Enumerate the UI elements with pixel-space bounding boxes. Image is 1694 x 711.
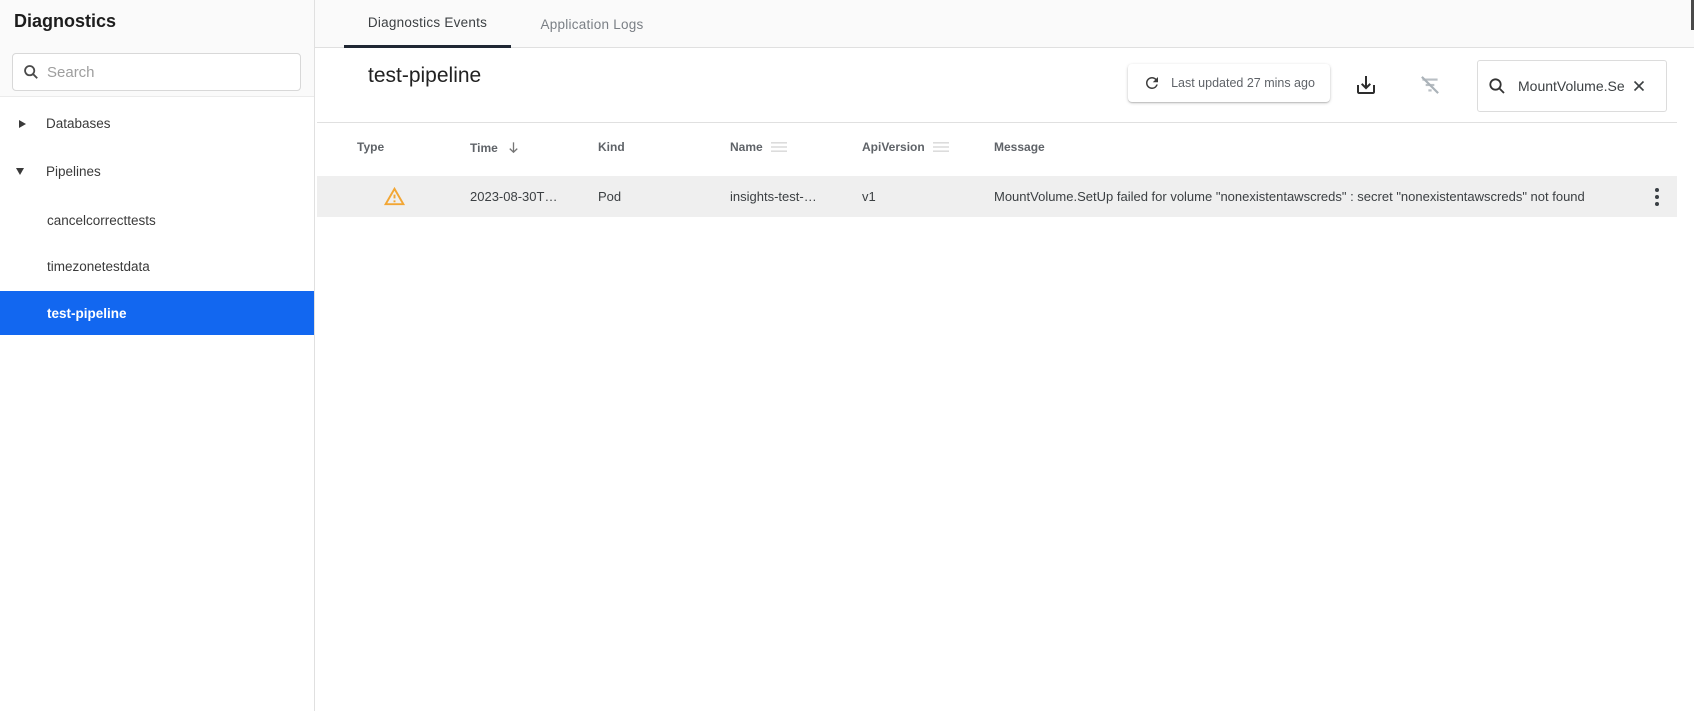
- sort-descending-icon[interactable]: [506, 140, 521, 155]
- clear-filters-button[interactable]: [1417, 72, 1443, 98]
- chevron-down-icon[interactable]: [16, 168, 24, 175]
- clear-search-button[interactable]: [1628, 75, 1650, 97]
- column-header-time[interactable]: Time: [470, 140, 521, 155]
- app-title: Diagnostics: [14, 11, 116, 32]
- search-icon: [23, 64, 39, 80]
- sidebar-item-label: cancelcorrecttests: [47, 213, 156, 228]
- sidebar-search-input[interactable]: [47, 64, 290, 81]
- table-row[interactable]: 2023-08-30T… Pod insights-test-… v1 Moun…: [317, 176, 1677, 217]
- sidebar-item-test-pipeline[interactable]: test-pipeline: [0, 291, 314, 335]
- event-time-cell: 2023-08-30T…: [470, 176, 557, 217]
- refresh-icon: [1143, 74, 1161, 92]
- main-panel: Diagnostics Events Application Logs test…: [315, 0, 1694, 711]
- filter-menu-icon[interactable]: [933, 141, 949, 153]
- tab-bar: Diagnostics Events Application Logs: [315, 0, 1694, 48]
- sidebar-item-pipelines[interactable]: Pipelines: [0, 153, 314, 190]
- message-filter-input[interactable]: [1518, 78, 1628, 94]
- toolbar-search: [1477, 60, 1667, 112]
- column-header-name[interactable]: Name: [730, 140, 787, 154]
- column-header-type[interactable]: Type: [357, 140, 384, 154]
- kebab-dot: [1655, 202, 1659, 206]
- event-apiversion-cell: v1: [862, 176, 876, 217]
- filter-off-icon: [1417, 72, 1443, 98]
- column-label: Kind: [598, 140, 625, 154]
- tab-label: Application Logs: [540, 17, 643, 32]
- sidebar-item-label: test-pipeline: [47, 306, 127, 321]
- sidebar-item-label: Databases: [46, 116, 111, 131]
- sidebar-header: Diagnostics: [0, 0, 314, 97]
- event-kind-cell: Pod: [598, 176, 621, 217]
- kebab-dot: [1655, 195, 1659, 199]
- column-label: Type: [357, 140, 384, 154]
- event-message-cell: MountVolume.SetUp failed for volume "non…: [994, 176, 1585, 217]
- column-label: ApiVersion: [862, 140, 925, 154]
- refresh-button[interactable]: Last updated 27 mins ago: [1128, 64, 1330, 102]
- column-header-message[interactable]: Message: [994, 140, 1045, 154]
- column-label: Time: [470, 141, 498, 155]
- table-header-row: Type Time Kind Name ApiVersion Message: [317, 123, 1677, 176]
- filter-menu-icon[interactable]: [771, 141, 787, 153]
- download-icon: [1354, 73, 1378, 97]
- column-label: Message: [994, 140, 1045, 154]
- tab-diagnostics-events[interactable]: Diagnostics Events: [344, 0, 511, 48]
- search-icon: [1488, 77, 1506, 95]
- sidebar-item-cancelcorrecttests[interactable]: cancelcorrecttests: [0, 202, 314, 239]
- row-actions-button[interactable]: [1639, 176, 1675, 217]
- kebab-dot: [1655, 188, 1659, 192]
- sidebar-item-timezonetestdata[interactable]: timezonetestdata: [0, 248, 314, 285]
- diagnostics-app: Diagnostics Databases Pipelines cancelco…: [0, 0, 1694, 711]
- sidebar: Diagnostics Databases Pipelines cancelco…: [0, 0, 315, 711]
- column-header-kind[interactable]: Kind: [598, 140, 625, 154]
- page-title: test-pipeline: [368, 64, 481, 88]
- column-label: Name: [730, 140, 763, 154]
- close-icon: [1630, 77, 1648, 95]
- chevron-right-icon[interactable]: [19, 120, 26, 128]
- download-button[interactable]: [1353, 72, 1379, 98]
- sidebar-item-databases[interactable]: Databases: [0, 105, 314, 142]
- event-type-cell: [383, 176, 406, 217]
- last-updated-label: Last updated 27 mins ago: [1171, 76, 1315, 90]
- sidebar-search: [12, 53, 301, 91]
- column-header-apiversion[interactable]: ApiVersion: [862, 140, 949, 154]
- tab-label: Diagnostics Events: [368, 15, 487, 30]
- sidebar-item-label: timezonetestdata: [47, 259, 150, 274]
- sidebar-item-label: Pipelines: [46, 164, 101, 179]
- tab-application-logs[interactable]: Application Logs: [511, 0, 673, 48]
- warning-icon: [383, 185, 406, 208]
- event-name-cell: insights-test-…: [730, 176, 817, 217]
